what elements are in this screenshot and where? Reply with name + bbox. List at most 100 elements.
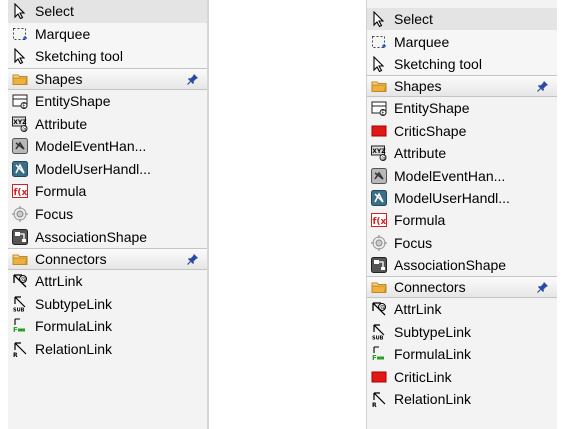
cursor-icon xyxy=(371,11,387,28)
shape-entityshape[interactable]: E EntityShape xyxy=(8,90,207,113)
critic-link-icon xyxy=(371,369,387,385)
tool-marquee[interactable]: Marquee xyxy=(367,30,557,53)
palette-item-label: ModelEventHan... xyxy=(35,138,147,155)
connector-formulalink[interactable]: F FormulaLink xyxy=(367,343,557,365)
shape-modeluserhandl[interactable]: ModelUserHandl... xyxy=(367,187,557,209)
entity-shape-icon: E xyxy=(12,93,28,110)
svg-text:@: @ xyxy=(22,126,27,132)
palette-item-label: AttrLink xyxy=(35,273,83,290)
svg-text:E: E xyxy=(22,103,25,109)
group-header-connectors[interactable]: Connectors xyxy=(367,276,557,299)
shape-associationshape[interactable]: AssociationShape xyxy=(367,254,557,276)
palette-item-label: EntityShape xyxy=(394,100,470,117)
palette-item-label: AssociationShape xyxy=(35,228,148,245)
tool-marquee[interactable]: Marquee xyxy=(8,22,207,46)
folder-icon xyxy=(12,71,28,87)
cursor-icon xyxy=(12,3,28,20)
group-header-shapes[interactable]: Shapes xyxy=(8,67,207,90)
tool-select[interactable]: Select xyxy=(367,8,557,31)
connector-criticlink[interactable]: CriticLink xyxy=(367,365,557,387)
tool-sketching-tool[interactable]: Sketching tool xyxy=(8,45,207,68)
shape-entityshape[interactable]: E EntityShape xyxy=(367,97,557,119)
palette-item-label: FormulaLink xyxy=(35,318,113,335)
palette-item-label: SubtypeLink xyxy=(35,295,113,312)
connector-formulalink[interactable]: F FormulaLink xyxy=(8,315,207,338)
svg-text:F: F xyxy=(13,326,18,334)
pin-icon[interactable] xyxy=(537,281,549,294)
palette-item-label: Select xyxy=(394,11,433,28)
right-palette: Select Marquee Sketching tool Shapes E Entity… xyxy=(366,0,557,429)
group-header-label: Shapes xyxy=(394,78,442,95)
entity-shape-icon: E xyxy=(371,100,387,117)
tool-select[interactable]: Select xyxy=(8,0,207,23)
group-header-label: Connectors xyxy=(394,279,466,296)
model-event-icon xyxy=(12,138,28,155)
formula-icon: f(x) xyxy=(12,183,28,199)
pin-icon[interactable] xyxy=(187,73,199,85)
shape-attribute[interactable]: XYZ @ Attribute xyxy=(367,142,557,164)
shape-formula[interactable]: f(x) Formula xyxy=(8,180,207,203)
subtype-link-icon: SUB xyxy=(12,296,28,312)
attribute-icon: XYZ @ xyxy=(371,145,387,162)
model-event-icon xyxy=(371,167,387,184)
association-icon xyxy=(12,228,28,245)
connector-attrlink[interactable]: @ AttrLink xyxy=(367,298,557,320)
pin-icon[interactable] xyxy=(187,253,199,265)
svg-text:R: R xyxy=(372,402,377,407)
association-icon xyxy=(371,257,387,274)
attr-link-icon: @ xyxy=(371,301,387,317)
marquee-icon xyxy=(12,26,28,42)
group-header-shapes[interactable]: Shapes xyxy=(367,75,557,98)
svg-text:XYZ: XYZ xyxy=(13,119,27,126)
tool-sketching-tool[interactable]: Sketching tool xyxy=(367,52,557,76)
svg-text:@: @ xyxy=(381,156,386,162)
sketch-cursor-icon xyxy=(371,55,387,72)
palette-item-label: Sketching tool xyxy=(394,55,482,72)
connector-relationlink[interactable]: R RelationLink xyxy=(367,388,557,410)
shape-modeleventhan[interactable]: ModelEventHan... xyxy=(8,135,207,158)
connector-subtypelink[interactable]: SUB SubtypeLink xyxy=(8,293,207,316)
palette-item-label: Formula xyxy=(394,212,446,229)
connector-attrlink[interactable]: @ AttrLink xyxy=(8,270,207,293)
shape-formula[interactable]: f(x) Formula xyxy=(367,209,557,231)
palette-item-label: FormulaLink xyxy=(394,346,472,363)
svg-text:@: @ xyxy=(379,305,385,312)
palette-item-label: Attribute xyxy=(394,145,447,162)
palette-item-label: Select xyxy=(35,3,74,20)
svg-text:E: E xyxy=(381,111,384,117)
palette-item-label: Marquee xyxy=(35,25,91,42)
palette-item-label: AssociationShape xyxy=(394,257,507,274)
svg-text:F: F xyxy=(372,354,377,362)
focus-icon xyxy=(12,206,28,223)
svg-text:@: @ xyxy=(20,277,26,284)
svg-text:XYZ: XYZ xyxy=(372,148,386,155)
shape-attribute[interactable]: XYZ @ Attribute xyxy=(8,112,207,135)
pin-icon[interactable] xyxy=(537,80,549,93)
attr-link-icon: @ xyxy=(12,273,28,289)
subtype-link-icon: SUB xyxy=(371,324,387,340)
palette-item-label: Marquee xyxy=(394,33,450,50)
attribute-icon: XYZ @ xyxy=(12,116,28,132)
formula-link-icon: F xyxy=(12,318,28,334)
shape-focus[interactable]: Focus xyxy=(8,203,207,226)
relation-link-icon: R xyxy=(371,391,387,407)
left-palette: Select Marquee Sketching tool Shapes E Entity… xyxy=(8,0,209,429)
shape-modeleventhan[interactable]: ModelEventHan... xyxy=(367,164,557,186)
critic-shape-icon xyxy=(371,123,387,139)
palette-item-label: RelationLink xyxy=(394,391,472,408)
connector-subtypelink[interactable]: SUB SubtypeLink xyxy=(367,321,557,343)
shape-criticshape[interactable]: CriticShape xyxy=(367,120,557,142)
shape-associationshape[interactable]: AssociationShape xyxy=(8,225,207,248)
folder-icon xyxy=(371,78,387,94)
shape-focus[interactable]: Focus xyxy=(367,232,557,254)
palette-item-label: CriticShape xyxy=(394,122,467,139)
focus-icon xyxy=(371,234,387,251)
palette-item-label: ModelUserHandl... xyxy=(35,160,151,177)
palette-item-label: Focus xyxy=(394,234,433,251)
group-header-connectors[interactable]: Connectors xyxy=(8,247,207,270)
svg-text:f(x): f(x) xyxy=(373,217,388,227)
model-user-icon xyxy=(12,160,28,177)
connector-relationlink[interactable]: R RelationLink xyxy=(8,338,207,361)
shape-modeluserhandl[interactable]: ModelUserHandl... xyxy=(8,158,207,181)
model-user-icon xyxy=(371,189,387,206)
